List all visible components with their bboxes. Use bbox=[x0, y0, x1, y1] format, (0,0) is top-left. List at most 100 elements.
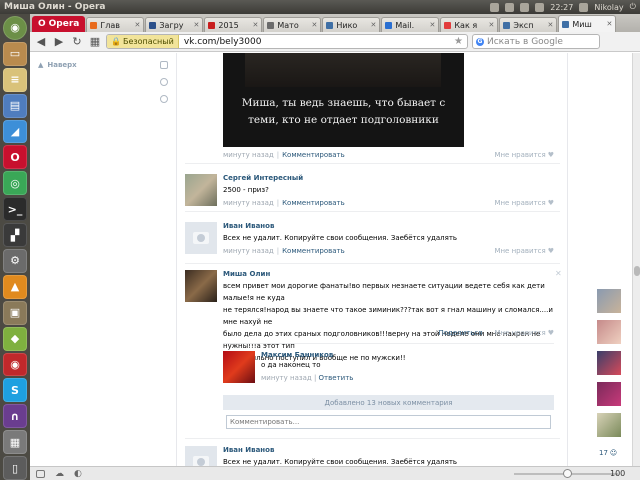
close-tab-icon[interactable]: ✕ bbox=[489, 21, 495, 29]
avatar[interactable] bbox=[185, 446, 217, 466]
close-tab-icon[interactable]: ✕ bbox=[253, 21, 259, 29]
dash-icon[interactable]: ◉ bbox=[3, 16, 27, 40]
zoom-slider-knob[interactable] bbox=[563, 469, 572, 478]
bookmark-star-icon[interactable]: ★ bbox=[454, 36, 467, 47]
comment-link[interactable]: Комментировать bbox=[282, 247, 345, 255]
post-image[interactable]: Миша, ты ведь знаешь, что бывает с теми,… bbox=[223, 53, 464, 147]
volume-icon[interactable] bbox=[535, 2, 545, 12]
comment-input[interactable]: Комментировать... bbox=[226, 415, 551, 429]
tab[interactable]: Mail. ✕ bbox=[381, 17, 440, 32]
like-button[interactable]: Мне нравится ♥ bbox=[494, 247, 554, 255]
monitor-icon[interactable]: ▞ bbox=[3, 223, 27, 248]
chat-icon[interactable] bbox=[160, 78, 168, 86]
files-icon[interactable]: ▭ bbox=[3, 41, 27, 66]
close-icon[interactable]: ✕ bbox=[555, 269, 562, 278]
archive-icon[interactable]: ▣ bbox=[3, 300, 27, 325]
back-icon[interactable]: ◀ bbox=[34, 35, 48, 49]
comment-author[interactable]: Иван Иванов bbox=[223, 222, 274, 230]
trash-icon[interactable]: ▯ bbox=[3, 456, 27, 480]
reply-link[interactable]: Ответить bbox=[319, 374, 354, 382]
tab[interactable]: Нико ✕ bbox=[322, 17, 381, 32]
settings-icon[interactable]: ⚙ bbox=[3, 249, 27, 273]
search-placeholder: Искать в Google bbox=[487, 36, 563, 47]
avatar[interactable] bbox=[185, 270, 217, 302]
user-icon bbox=[579, 2, 589, 12]
android-icon[interactable]: ◆ bbox=[3, 326, 27, 351]
power-icon[interactable]: ⏻ bbox=[630, 2, 636, 12]
speed-dial-icon[interactable]: ▦ bbox=[88, 35, 102, 49]
close-tab-icon[interactable]: ✕ bbox=[312, 21, 318, 29]
tab-active[interactable]: Миш ✕ bbox=[558, 15, 617, 32]
tab[interactable]: Глав ✕ bbox=[86, 17, 145, 32]
close-tab-icon[interactable]: ✕ bbox=[548, 21, 554, 29]
friend-avatar[interactable] bbox=[597, 289, 621, 313]
skype-icon[interactable]: S bbox=[3, 378, 27, 403]
zoom-level[interactable]: 100 bbox=[610, 469, 625, 478]
headphones-icon[interactable]: ∩ bbox=[3, 404, 27, 429]
close-tab-icon[interactable]: ✕ bbox=[371, 21, 377, 29]
share-link[interactable]: Поделиться bbox=[438, 329, 482, 337]
tab[interactable]: Эксп ✕ bbox=[499, 17, 558, 32]
new-comments-bar[interactable]: Добавлено 13 новых комментария bbox=[223, 395, 554, 410]
close-tab-icon[interactable]: ✕ bbox=[135, 21, 141, 29]
media-icon[interactable]: ◉ bbox=[3, 352, 27, 377]
comment-author[interactable]: Миша Олин bbox=[223, 270, 270, 278]
close-tab-icon[interactable]: ✕ bbox=[430, 21, 436, 29]
like-button[interactable]: Мне нравится ♥ bbox=[494, 329, 554, 337]
vlc-icon[interactable]: ▲ bbox=[3, 274, 27, 299]
scrollbar-thumb[interactable] bbox=[634, 266, 640, 276]
terminal-icon[interactable]: >_ bbox=[3, 197, 27, 222]
mail-icon[interactable] bbox=[520, 2, 530, 12]
tab[interactable]: Загру ✕ bbox=[145, 17, 204, 32]
close-tab-icon[interactable]: ✕ bbox=[607, 20, 613, 28]
avatar[interactable] bbox=[185, 174, 217, 206]
heart-icon: ♥ bbox=[547, 329, 554, 337]
comment-link[interactable]: Комментировать bbox=[282, 151, 345, 159]
reload-icon[interactable]: ↻ bbox=[70, 35, 84, 49]
friend-avatar[interactable] bbox=[597, 382, 621, 406]
address-field[interactable]: 🔒 Безопасный vk.com/bely3000 ★ bbox=[106, 34, 468, 49]
panel-toggle-icon[interactable] bbox=[36, 469, 45, 478]
opera-icon[interactable]: O bbox=[3, 145, 27, 170]
view-icon[interactable]: ◐ bbox=[74, 469, 82, 479]
keyboard-layout-icon[interactable] bbox=[505, 2, 515, 12]
url-text[interactable]: vk.com/bely3000 bbox=[179, 37, 454, 47]
cloud-icon[interactable]: ☁ bbox=[55, 469, 64, 479]
friend-avatar[interactable] bbox=[597, 320, 621, 344]
text-editor-icon[interactable]: ≡ bbox=[3, 67, 27, 92]
friend-avatar[interactable] bbox=[597, 413, 621, 437]
app-icon[interactable]: ◢ bbox=[3, 119, 27, 144]
security-badge[interactable]: 🔒 Безопасный bbox=[107, 35, 179, 48]
reply-author[interactable]: Максим Банников bbox=[261, 351, 333, 359]
chrome-icon[interactable]: ◎ bbox=[3, 171, 27, 196]
scrollbar[interactable] bbox=[632, 53, 640, 466]
opera-menu-button[interactable]: O Opera bbox=[32, 16, 86, 32]
close-tab-icon[interactable]: ✕ bbox=[194, 21, 200, 29]
office-icon[interactable]: ▤ bbox=[3, 93, 27, 118]
favicon-icon bbox=[444, 21, 452, 29]
user-name[interactable]: Nikolay bbox=[594, 3, 623, 12]
reply-meta: минуту назад | Ответить bbox=[261, 374, 354, 382]
friends-count[interactable]: 17 ☺ bbox=[599, 449, 617, 457]
settings-gear-icon[interactable] bbox=[160, 95, 168, 103]
search-input[interactable]: G Искать в Google bbox=[472, 34, 600, 49]
friend-avatar[interactable] bbox=[597, 351, 621, 375]
post-time[interactable]: минуту назад bbox=[223, 151, 274, 159]
tab[interactable]: Мато ✕ bbox=[263, 17, 322, 32]
comment-text: Всех не удалит. Копируйте свои сообщения… bbox=[223, 458, 458, 466]
scroll-top-link[interactable]: ▲ Наверх bbox=[38, 61, 77, 69]
tab[interactable]: Как я ✕ bbox=[440, 17, 499, 32]
forward-icon[interactable]: ▶ bbox=[52, 35, 66, 49]
avatar[interactable] bbox=[185, 222, 217, 254]
clock[interactable]: 22:27 bbox=[550, 3, 573, 12]
comment-author[interactable]: Иван Иванов bbox=[223, 446, 274, 454]
avatar[interactable] bbox=[223, 351, 255, 383]
tab[interactable]: 2015 ✕ bbox=[204, 17, 263, 32]
like-button[interactable]: Мне нравится ♥ bbox=[494, 151, 554, 159]
comment-author[interactable]: Сергей Интересный bbox=[223, 174, 303, 182]
network-icon[interactable] bbox=[490, 2, 500, 12]
comment-link[interactable]: Комментировать bbox=[282, 199, 345, 207]
calculator-icon[interactable]: ▦ bbox=[3, 430, 27, 455]
like-button[interactable]: Мне нравится ♥ bbox=[494, 199, 554, 207]
message-icon[interactable] bbox=[160, 61, 168, 69]
